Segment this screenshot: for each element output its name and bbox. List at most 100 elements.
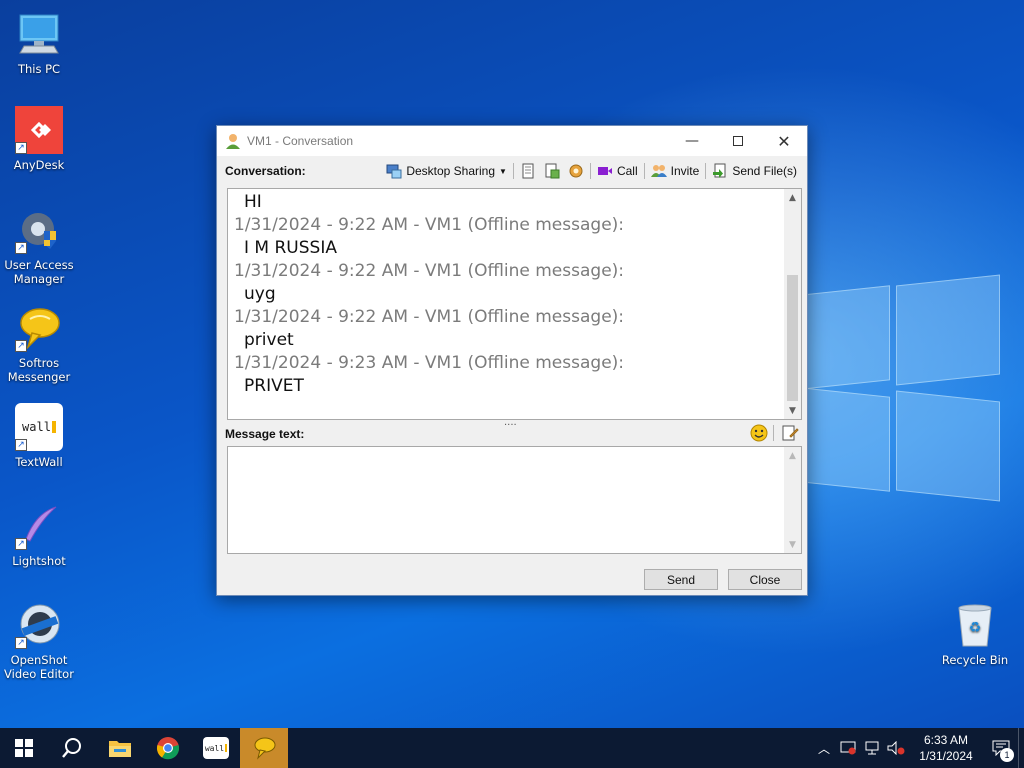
message-list: HI 1/31/2024 - 9:22 AM - VM1 (Offline mes…: [234, 191, 781, 398]
speech-bubble-icon: ↗: [15, 304, 63, 352]
maximize-button[interactable]: [715, 126, 761, 156]
network-button[interactable]: [860, 728, 884, 768]
desktop-icon-label: OpenShot Video Editor: [4, 653, 74, 681]
recycle-bin-icon: ♻: [951, 601, 999, 649]
shortcut-arrow-icon: ↗: [15, 637, 27, 649]
scrollbar-thumb[interactable]: [787, 275, 798, 401]
scroll-down-arrow-icon[interactable]: ▼: [784, 402, 801, 419]
desktop-icon-softros-messenger[interactable]: ↗ Softros Messenger: [1, 304, 77, 384]
desktop-icon-recycle-bin[interactable]: ♻ Recycle Bin: [937, 601, 1013, 667]
edit-document-icon: [782, 425, 799, 441]
minimize-icon: —: [685, 133, 699, 149]
video-camera-icon: [597, 167, 612, 175]
close-window-button[interactable]: ✕: [761, 126, 807, 156]
desktop-icon-user-access-manager[interactable]: ↗ User Access Manager: [1, 206, 77, 286]
shortcut-arrow-icon: ↗: [15, 242, 27, 254]
close-icon: ✕: [777, 131, 791, 151]
message-header: 1/31/2024 - 9:22 AM - VM1 (Offline messa…: [234, 307, 625, 327]
send-files-label: Send File(s): [732, 164, 797, 178]
desktop-icon-lightshot[interactable]: ↗ Lightshot: [1, 502, 77, 568]
chevron-up-icon: ︿: [817, 741, 830, 756]
shortcut-arrow-icon: ↗: [15, 142, 27, 154]
show-hidden-icons-button[interactable]: ︿: [812, 728, 836, 768]
gear-shield-icon: ↗: [15, 206, 63, 254]
volume-button[interactable]: [884, 728, 908, 768]
taskbar-textwall[interactable]: wall: [192, 728, 240, 768]
taskbar-chrome[interactable]: [144, 728, 192, 768]
desktop-icon-this-pc[interactable]: This PC: [1, 10, 77, 76]
pane-splitter[interactable]: ····: [504, 420, 517, 431]
windows-start-icon: [15, 739, 33, 757]
desktop-sharing-label: Desktop Sharing: [406, 164, 496, 178]
notification-count-badge: 1: [1000, 748, 1014, 762]
scroll-down-arrow-icon[interactable]: ▼: [784, 536, 801, 553]
message-header: 1/31/2024 - 9:23 AM - VM1 (Offline messa…: [234, 353, 625, 373]
start-button[interactable]: [0, 728, 48, 768]
desktop-icon-label: AnyDesk: [13, 158, 65, 172]
window-titlebar[interactable]: VM1 - Conversation — ✕: [217, 126, 807, 156]
call-label: Call: [616, 164, 638, 178]
notifications-button[interactable]: 1: [984, 728, 1018, 768]
speech-bubble-icon: [254, 737, 276, 760]
emoticon-button[interactable]: [750, 424, 768, 446]
anydesk-icon: ↗: [15, 106, 63, 154]
gear-icon: [569, 164, 583, 178]
scroll-up-arrow-icon[interactable]: ▲: [784, 189, 801, 206]
openshot-icon: ↗: [15, 601, 63, 649]
show-desktop-button[interactable]: [1018, 728, 1024, 768]
send-file-icon: [713, 163, 726, 178]
smiley-icon: [750, 424, 768, 442]
send-files-button[interactable]: Send File(s): [708, 160, 801, 182]
document-icon: [545, 163, 560, 179]
desktop-sharing-icon: [386, 164, 402, 179]
settings-button[interactable]: [564, 160, 588, 182]
taskbar-softros-messenger[interactable]: [240, 728, 288, 768]
message-text: privet: [244, 330, 294, 350]
desktop-icon-label: This PC: [17, 62, 61, 76]
textwall-logo-text: wall: [204, 743, 225, 753]
computer-icon: [15, 10, 63, 58]
desktop-icon-label: Softros Messenger: [7, 356, 71, 384]
svg-text:♻: ♻: [969, 620, 982, 636]
scroll-up-arrow-icon[interactable]: ▲: [784, 447, 801, 464]
shortcut-arrow-icon: ↗: [15, 439, 27, 451]
conversation-window[interactable]: VM1 - Conversation — ✕ Conversation: Des…: [216, 125, 808, 596]
conversation-history[interactable]: HI 1/31/2024 - 9:22 AM - VM1 (Offline mes…: [227, 188, 802, 420]
desktop-icon-label: TextWall: [15, 455, 63, 469]
conversation-label: Conversation:: [225, 164, 306, 178]
history-button[interactable]: [516, 160, 540, 182]
message-header: 1/31/2024 - 9:22 AM - VM1 (Offline messa…: [234, 261, 625, 281]
desktop-icon-label: Lightshot: [12, 554, 66, 568]
conversation-scrollbar[interactable]: ▲ ▼: [784, 189, 801, 419]
message-options-button[interactable]: [781, 424, 799, 446]
desktop-icon-textwall[interactable]: wall ↗ TextWall: [1, 403, 77, 469]
desktop-icon-label: Recycle Bin: [941, 653, 1009, 667]
user-icon: [226, 134, 240, 149]
invite-button[interactable]: Invite: [647, 160, 704, 182]
close-button[interactable]: Close: [728, 569, 802, 590]
search-icon: [62, 738, 81, 758]
feather-icon: ↗: [15, 502, 63, 550]
shortcut-arrow-icon: ↗: [15, 538, 27, 550]
call-button[interactable]: Call: [593, 160, 642, 182]
desktop-icon-anydesk[interactable]: ↗ AnyDesk: [1, 106, 77, 172]
minimize-button[interactable]: —: [669, 126, 715, 156]
taskbar-file-explorer[interactable]: [96, 728, 144, 768]
search-button[interactable]: [48, 728, 96, 768]
message-scrollbar[interactable]: ▲ ▼: [784, 447, 801, 553]
message-text: PRIVET: [244, 376, 304, 396]
tray-app-button[interactable]: [836, 728, 860, 768]
send-button[interactable]: Send: [644, 569, 718, 590]
folder-icon: [109, 741, 131, 757]
desktop-icon-openshot[interactable]: ↗ OpenShot Video Editor: [1, 601, 77, 681]
taskbar-clock[interactable]: 6:33 AM 1/31/2024: [908, 732, 984, 764]
desktop-sharing-button[interactable]: Desktop Sharing ▼: [382, 160, 511, 182]
invite-label: Invite: [670, 164, 700, 178]
network-icon: [865, 741, 879, 755]
maximize-icon: [733, 136, 743, 146]
desktop-icon-label: User Access Manager: [4, 258, 74, 286]
volume-muted-icon: [887, 741, 905, 755]
save-conversation-button[interactable]: [540, 160, 564, 182]
taskbar: wall ︿ 6:33 AM 1/31/2024 1: [0, 728, 1024, 768]
message-input[interactable]: ▲ ▼: [227, 446, 802, 554]
